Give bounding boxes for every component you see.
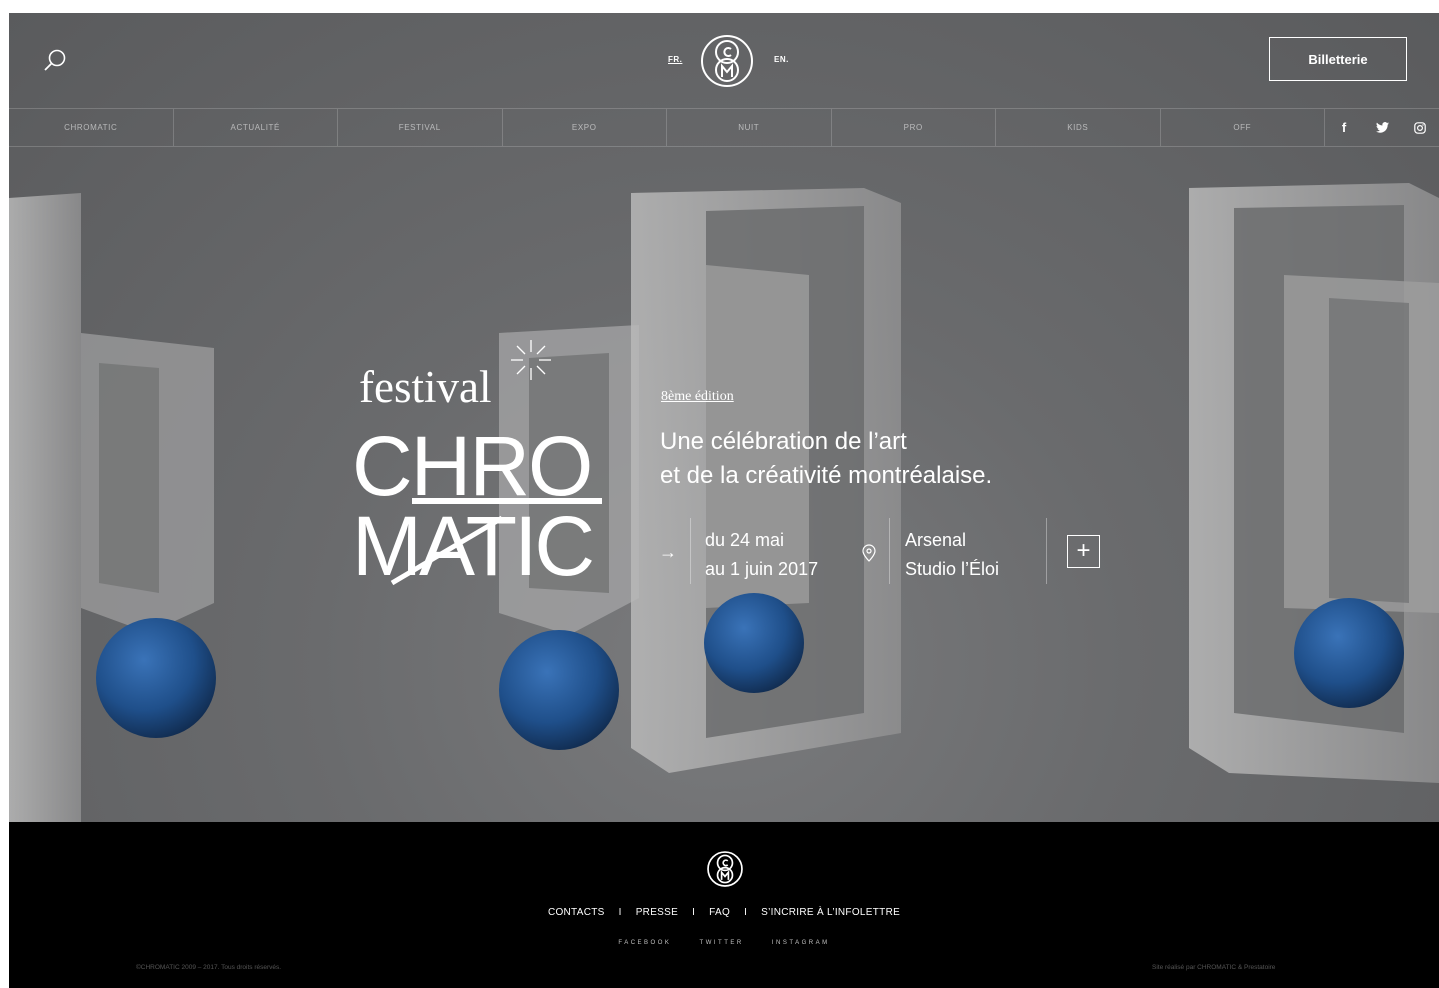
festival-word: festival [359,362,492,412]
footer-link-faq[interactable]: FAQ [709,907,730,918]
separator: I [744,907,748,918]
footer-link-contacts[interactable]: CONTACTS [548,907,605,918]
facebook-icon[interactable]: f [1325,109,1363,146]
wordmark-line2: MATIC [352,499,592,593]
footer-twitter-link[interactable]: TWITTER [700,940,744,946]
page-frame: FR. EN. Billetterie CHROMATIC ACTUALITÉ … [9,13,1439,988]
footer-instagram-link[interactable]: INSTAGRAM [772,940,830,946]
copyright-text: ©CHROMATIC 2009 – 2017. Tous droits rése… [136,964,282,971]
footer-logo-icon[interactable] [706,850,744,893]
event-venue: Arsenal Studio l’Éloi [905,526,1045,584]
divider [889,518,890,584]
divider [1046,518,1047,584]
instagram-icon[interactable] [1401,109,1439,146]
footer-link-newsletter[interactable]: S’INCRIRE À L’INFOLETTRE [761,907,900,918]
dates-line2: au 1 juin 2017 [705,559,819,579]
twitter-icon[interactable] [1363,109,1401,146]
nav-item-actualite[interactable]: ACTUALITÉ [174,109,338,146]
location-pin-icon [862,544,876,567]
lang-en-link[interactable]: EN. [774,55,789,64]
arrow-right-icon[interactable]: → [659,542,677,563]
site-footer: CONTACTS I PRESSE I FAQ I S’INCRIRE À L’INFOLE… [9,822,1439,988]
ticket-button[interactable]: Billetterie [1269,37,1407,81]
edition-label: 8ème édition [661,389,734,404]
nav-item-pro[interactable]: PRO [832,109,996,146]
separator: I [692,907,696,918]
more-info-button[interactable]: + [1067,535,1100,568]
footer-social: FACEBOOK TWITTER INSTAGRAM [9,940,1439,946]
tagline-line1: Une célébration de l’art [660,428,907,455]
nav-item-nuit[interactable]: NUIT [667,109,832,146]
nav-item-off[interactable]: OFF [1161,109,1325,146]
credit-link[interactable]: Site réalisé par CHROMATIC & Prestatoire [1152,964,1275,971]
chromatic-logo-icon[interactable] [699,33,755,89]
search-icon[interactable] [41,47,69,75]
footer-facebook-link[interactable]: FACEBOOK [618,940,671,946]
main-nav: CHROMATIC ACTUALITÉ FESTIVAL EXPO NUIT P… [9,108,1439,147]
separator: I [618,907,622,918]
nav-item-chromatic[interactable]: CHROMATIC [9,109,174,146]
sparkle-icon [511,340,551,380]
dates-line1: du 24 mai [705,530,785,550]
chromatic-wordmark: CHRO MATIC [352,423,602,593]
footer-link-presse[interactable]: PRESSE [636,907,678,918]
venue-line1: Arsenal [905,530,967,550]
venue-line2: Studio l’Éloi [905,559,1000,579]
hero-tagline: Une célébration de l’art et de la créati… [660,425,1140,493]
nav-social-links: f [1325,109,1439,146]
nav-item-kids[interactable]: KIDS [996,109,1161,146]
nav-item-festival[interactable]: FESTIVAL [338,109,503,146]
divider [690,518,691,584]
lang-fr-link[interactable]: FR. [668,55,682,64]
footer-links: CONTACTS I PRESSE I FAQ I S’INCRIRE À L’INFOLE… [9,907,1439,918]
tagline-line2: et de la créativité montréalaise. [660,462,993,489]
site-header: FR. EN. Billetterie [9,13,1439,108]
event-dates: du 24 mai au 1 juin 2017 [705,526,845,584]
nav-item-expo[interactable]: EXPO [503,109,667,146]
